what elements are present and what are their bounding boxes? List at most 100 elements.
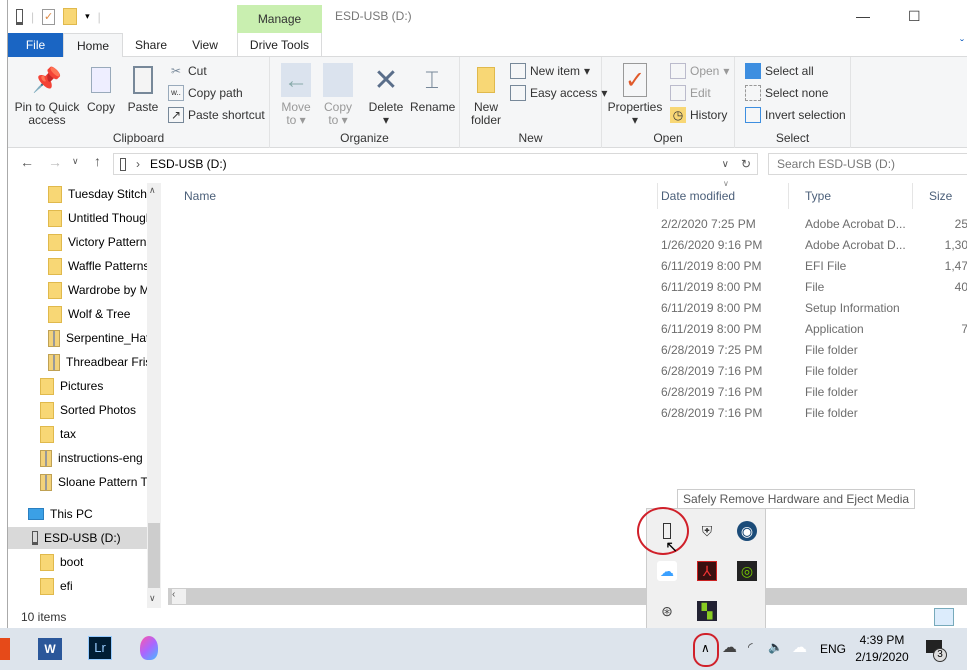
file-row[interactable]: bootmgr.efi6/11/2019 8:00 PMEFI File1,47 xyxy=(168,256,967,277)
scroll-thumb[interactable] xyxy=(148,523,160,588)
ribbon-tabs: File Home Share View Drive Tools ˇ xyxy=(8,33,967,58)
file-date: 6/28/2019 7:25 PM xyxy=(661,343,763,357)
nav-item[interactable]: Sorted Photos xyxy=(40,399,161,421)
sync-app-icon[interactable]: ⊛ xyxy=(657,601,677,621)
nav-item[interactable]: Wolf & Tree xyxy=(48,303,161,325)
delete-button[interactable]: ✕ Delete ▾ xyxy=(366,63,406,127)
new-folder-icon[interactable] xyxy=(63,8,78,25)
manage-contextual-tab[interactable]: Manage xyxy=(237,5,322,33)
tab-view[interactable]: View xyxy=(180,33,230,57)
clock[interactable]: 4:39 PM 2/19/2020 xyxy=(852,632,912,666)
adobe-acrobat-icon[interactable]: ⅄ xyxy=(697,561,717,581)
icloud-icon[interactable]: ☁ xyxy=(657,561,677,581)
nav-item[interactable]: efi xyxy=(40,575,161,597)
nav-item[interactable]: boot xyxy=(40,551,161,573)
open-button[interactable]: Open ▾ xyxy=(670,61,729,81)
file-row[interactable]: setup.exe6/11/2019 8:00 PMApplication7 xyxy=(168,319,967,340)
file-row[interactable]: ⚙autorun.inf6/11/2019 8:00 PMSetup Infor… xyxy=(168,298,967,319)
copy-to-button[interactable]: Copy to ▾ xyxy=(320,63,356,127)
nav-item[interactable]: Threadbear Frisson xyxy=(48,351,161,373)
onedrive-icon[interactable]: ☁ xyxy=(722,638,737,656)
move-to-button[interactable]: ← Move to ▾ xyxy=(278,63,314,127)
cut-button[interactable]: ✂ Cut xyxy=(168,61,207,81)
windows-security-icon[interactable]: ⛨ xyxy=(697,521,717,541)
nav-item[interactable]: Serpentine_Hat xyxy=(48,327,161,349)
address-dropdown-icon[interactable]: ∨ xyxy=(722,159,729,170)
pin-to-quick-access-button[interactable]: 📌 Pin to Quick access xyxy=(12,63,82,127)
show-hidden-icons-button[interactable]: ∧ xyxy=(693,633,719,667)
scroll-up-arrow[interactable]: ∧ xyxy=(149,185,156,196)
details-view-button[interactable] xyxy=(934,608,954,626)
nav-item[interactable]: Tuesday Stitches xyxy=(48,183,161,205)
new-item-button[interactable]: New item ▾ xyxy=(510,61,590,81)
nav-item[interactable]: Pictures xyxy=(40,375,161,397)
paste-button[interactable]: Paste xyxy=(126,63,160,114)
select-none-button[interactable]: Select none xyxy=(745,83,828,103)
easy-access-button[interactable]: Easy access ▾ xyxy=(510,83,607,103)
scroll-left-arrow[interactable]: ‹ xyxy=(172,589,186,604)
history-button[interactable]: ◷ History xyxy=(670,105,727,125)
nav-item[interactable]: tax xyxy=(40,423,161,445)
column-header-size[interactable]: Size xyxy=(913,183,967,209)
file-row[interactable]: ⅄Itch-to-Stitch-Kosice-Top-Dress-PDF-Sew… xyxy=(168,235,967,256)
razer-icon[interactable]: ▚ xyxy=(697,601,717,621)
nvidia-icon[interactable]: ◎ xyxy=(737,561,757,581)
cloud-upload-icon[interactable]: ☁ xyxy=(792,638,807,656)
nav-item-label: Sorted Photos xyxy=(60,403,137,417)
recent-locations-button[interactable]: ∨ xyxy=(72,156,79,167)
tab-share[interactable]: Share xyxy=(126,33,176,57)
nav-item[interactable]: This PC xyxy=(28,503,161,525)
properties-icon[interactable]: ✓ xyxy=(42,8,56,25)
file-row[interactable]: ⅄Itch-to-Stitch-Samara-Pants-PDF-Sewing-… xyxy=(168,214,967,235)
nav-item[interactable]: instructions-eng xyxy=(40,447,161,469)
nav-item[interactable]: Untitled Thoughts xyxy=(48,207,161,229)
copy-path-button[interactable]: w.. Copy path xyxy=(168,83,243,103)
file-row[interactable]: boot6/28/2019 7:16 PMFile folder xyxy=(168,403,967,424)
file-row[interactable]: efi6/28/2019 7:16 PMFile folder xyxy=(168,382,967,403)
tab-file[interactable]: File xyxy=(8,33,63,57)
paint-3d-app-button[interactable] xyxy=(140,636,158,660)
maximize-button[interactable]: ☐ xyxy=(908,8,921,25)
nav-item[interactable]: Victory Patterns xyxy=(48,231,161,253)
nav-scrollbar[interactable]: ∧ ∨ xyxy=(147,183,161,608)
word-app-button[interactable]: W xyxy=(38,638,62,660)
forward-button[interactable]: → xyxy=(48,154,62,170)
file-row[interactable]: bootmgr6/11/2019 8:00 PMFile40 xyxy=(168,277,967,298)
file-row[interactable]: sources6/28/2019 7:16 PMFile folder xyxy=(168,361,967,382)
column-header-name[interactable]: Name xyxy=(168,183,658,209)
minimize-button[interactable]: — xyxy=(856,8,870,24)
nav-item[interactable]: ESD-USB (D:) xyxy=(8,527,147,549)
lightroom-app-button[interactable]: Lr xyxy=(88,636,112,660)
expand-ribbon-icon[interactable]: ˇ xyxy=(960,37,964,51)
scroll-down-arrow[interactable]: ∨ xyxy=(149,593,156,604)
copy-button[interactable]: Copy xyxy=(84,63,118,114)
up-button[interactable]: ↑ xyxy=(94,153,101,169)
column-header-date[interactable]: Date modified xyxy=(645,183,789,209)
language-indicator[interactable]: ENG xyxy=(820,642,846,656)
rename-button[interactable]: ⌶ Rename xyxy=(410,63,455,114)
address-bar[interactable]: › ESD-USB (D:) ∨ ↻ xyxy=(113,153,758,175)
office-app-button[interactable] xyxy=(0,638,10,660)
volume-icon[interactable]: 🔈 xyxy=(768,640,783,654)
nav-item[interactable]: Waffle Patterns xyxy=(48,255,161,277)
file-type: File folder xyxy=(805,364,858,378)
refresh-icon[interactable]: ↻ xyxy=(741,157,751,171)
file-row[interactable]: support6/28/2019 7:25 PMFile folder xyxy=(168,340,967,361)
search-input[interactable]: Search ESD-USB (D:) xyxy=(768,153,967,175)
paste-shortcut-button[interactable]: ↗ Paste shortcut xyxy=(168,105,265,125)
steam-icon[interactable]: ◉ xyxy=(737,521,757,541)
edit-button[interactable]: Edit xyxy=(670,83,711,103)
column-header-type[interactable]: Type xyxy=(789,183,913,209)
customize-qat-icon[interactable]: ▾ xyxy=(85,11,90,22)
horizontal-scrollbar[interactable]: ‹ xyxy=(168,588,967,605)
nav-item[interactable]: Sloane Pattern Test xyxy=(40,471,161,493)
tab-drive-tools[interactable]: Drive Tools xyxy=(237,33,322,57)
back-button[interactable]: ← xyxy=(20,154,34,170)
tab-home[interactable]: Home xyxy=(63,33,123,58)
new-folder-button[interactable]: New folder xyxy=(466,63,506,127)
wifi-icon[interactable]: ◜ xyxy=(748,640,753,654)
select-all-button[interactable]: Select all xyxy=(745,61,814,81)
invert-selection-button[interactable]: Invert selection xyxy=(745,105,846,125)
nav-item[interactable]: Wardrobe by Me xyxy=(48,279,161,301)
properties-button[interactable]: ✓ Properties ▾ xyxy=(604,63,666,127)
